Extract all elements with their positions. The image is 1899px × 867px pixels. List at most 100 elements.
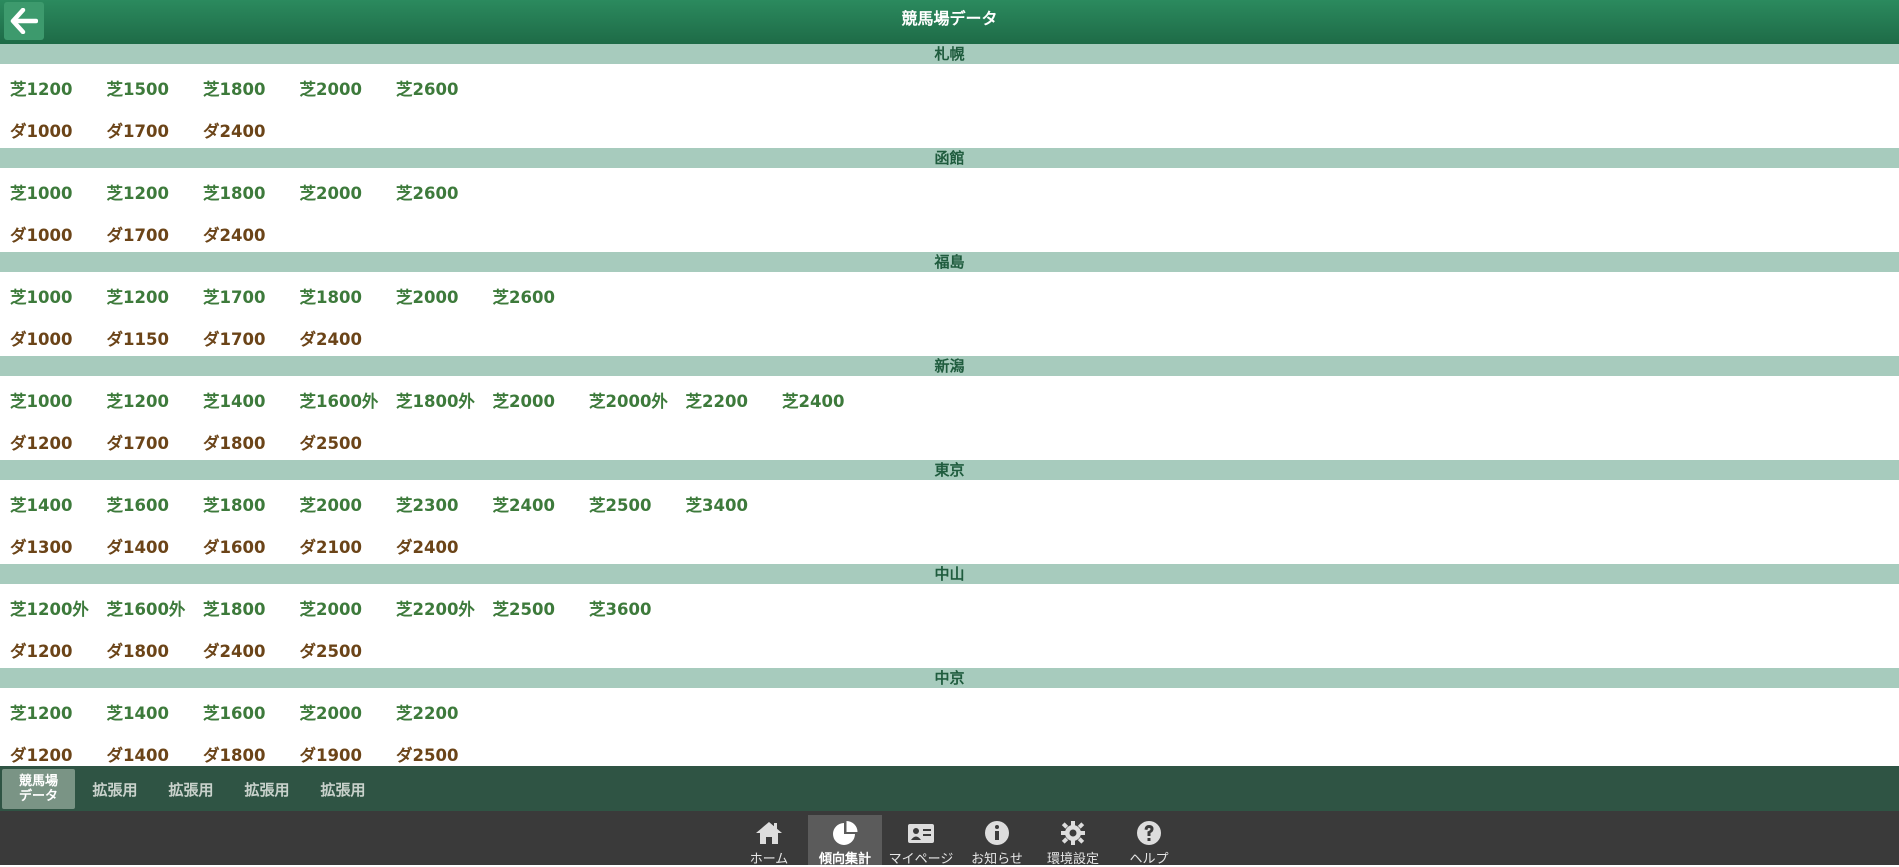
dirt-course-link[interactable]: ダ2400 (203, 638, 265, 662)
nav-item-pie-chart[interactable]: 傾向集計 (808, 815, 882, 867)
turf-course-link[interactable]: 芝2000 (300, 700, 362, 724)
dirt-course-link[interactable]: ダ2400 (203, 222, 265, 246)
track-name: 函館 (0, 148, 1899, 168)
turf-course-link[interactable]: 芝1800 (203, 492, 265, 516)
nav-item-home[interactable]: ホーム (732, 815, 806, 867)
turf-course-link[interactable]: 芝1800 (203, 596, 265, 620)
dirt-course-link[interactable]: ダ1000 (10, 222, 72, 246)
nav-item-label: お知らせ (971, 852, 1023, 867)
turf-course-link[interactable]: 芝2500 (493, 596, 555, 620)
dirt-course-link[interactable]: ダ1000 (10, 118, 72, 142)
dirt-course-link[interactable]: ダ1200 (10, 742, 72, 766)
turf-course-link[interactable]: 芝1800 (300, 284, 362, 308)
turf-course-link[interactable]: 芝1500 (107, 76, 169, 100)
turf-course-link[interactable]: 芝1700 (203, 284, 265, 308)
dirt-course-link[interactable]: ダ1800 (203, 430, 265, 454)
turf-course-link[interactable]: 芝2000外 (589, 388, 668, 412)
turf-course-link[interactable]: 芝1800 (203, 180, 265, 204)
turf-course-link[interactable]: 芝1000 (10, 388, 72, 412)
dirt-course-link[interactable]: ダ2100 (300, 534, 362, 558)
turf-course-link[interactable]: 芝1600外 (300, 388, 379, 412)
turf-course-link[interactable]: 芝2000 (300, 180, 362, 204)
track-list: 札幌 芝1200 芝1500 芝1800 芝2000 芝2600 ダ1000 ダ1700 ダ24… (0, 44, 1899, 766)
nav-item-gear[interactable]: 環境設定 (1036, 815, 1110, 867)
turf-course-link[interactable]: 芝2400 (782, 388, 844, 412)
turf-course-row: 芝1000 芝1200 芝1400 芝1600外 芝1800外 芝2000 芝2000外 芝2… (0, 376, 1899, 418)
turf-course-link[interactable]: 芝2600 (396, 180, 458, 204)
dirt-course-link[interactable]: ダ1200 (10, 638, 72, 662)
track-section: 中山 芝1200外 芝1600外 芝1800 芝2000 芝2200外 芝2500 芝3600… (0, 564, 1899, 668)
dirt-course-link[interactable]: ダ2400 (203, 118, 265, 142)
turf-course-link[interactable]: 芝1000 (10, 284, 72, 308)
turf-course-link[interactable]: 芝1600外 (107, 596, 186, 620)
turf-course-link[interactable]: 芝2000 (300, 76, 362, 100)
dirt-course-link[interactable]: ダ1200 (10, 430, 72, 454)
subtab-track-data[interactable]: 競馬場 データ (2, 769, 75, 809)
turf-course-row: 芝1400 芝1600 芝1800 芝2000 芝2300 芝2400 芝2500 芝3400 (0, 480, 1899, 522)
subtab-extension[interactable]: 拡張用 (242, 769, 292, 809)
turf-course-link[interactable]: 芝1200外 (10, 596, 89, 620)
dirt-course-link[interactable]: ダ1700 (107, 430, 169, 454)
dirt-course-link[interactable]: ダ1900 (300, 742, 362, 766)
dirt-course-link[interactable]: ダ2500 (300, 638, 362, 662)
turf-course-link[interactable]: 芝1400 (107, 700, 169, 724)
dirt-course-link[interactable]: ダ2400 (396, 534, 458, 558)
turf-course-link[interactable]: 芝2000 (300, 492, 362, 516)
dirt-course-row: ダ1000 ダ1150 ダ1700 ダ2400 (0, 314, 1899, 356)
subtab-extension[interactable]: 拡張用 (318, 769, 368, 809)
dirt-course-link[interactable]: ダ1400 (107, 742, 169, 766)
turf-course-link[interactable]: 芝2200 (686, 388, 748, 412)
turf-course-link[interactable]: 芝1800外 (396, 388, 475, 412)
dirt-course-link[interactable]: ダ1400 (107, 534, 169, 558)
turf-course-link[interactable]: 芝2600 (493, 284, 555, 308)
turf-course-link[interactable]: 芝1200 (10, 76, 72, 100)
dirt-course-link[interactable]: ダ1700 (107, 222, 169, 246)
dirt-course-row: ダ1000 ダ1700 ダ2400 (0, 106, 1899, 148)
turf-course-row: 芝1200 芝1400 芝1600 芝2000 芝2200 (0, 688, 1899, 730)
turf-course-link[interactable]: 芝1200 (107, 284, 169, 308)
track-section: 札幌 芝1200 芝1500 芝1800 芝2000 芝2600 ダ1000 ダ1700 ダ24… (0, 44, 1899, 148)
turf-course-link[interactable]: 芝2600 (396, 76, 458, 100)
turf-course-link[interactable]: 芝1200 (10, 700, 72, 724)
turf-course-link[interactable]: 芝2000 (493, 388, 555, 412)
dirt-course-row: ダ1200 ダ1800 ダ2400 ダ2500 (0, 626, 1899, 668)
turf-course-link[interactable]: 芝2400 (493, 492, 555, 516)
nav-item-id-card[interactable]: マイページ (884, 815, 958, 867)
dirt-course-link[interactable]: ダ1800 (203, 742, 265, 766)
turf-course-link[interactable]: 芝2200 (396, 700, 458, 724)
turf-course-link[interactable]: 芝2500 (589, 492, 651, 516)
turf-course-link[interactable]: 芝1400 (10, 492, 72, 516)
turf-course-link[interactable]: 芝2200外 (396, 596, 475, 620)
turf-course-link[interactable]: 芝1600 (107, 492, 169, 516)
turf-course-link[interactable]: 芝3600 (589, 596, 651, 620)
turf-course-link[interactable]: 芝1200 (107, 388, 169, 412)
dirt-course-link[interactable]: ダ2500 (396, 742, 458, 766)
turf-course-link[interactable]: 芝2300 (396, 492, 458, 516)
dirt-course-link[interactable]: ダ1600 (203, 534, 265, 558)
turf-course-link[interactable]: 芝3400 (686, 492, 748, 516)
subtab-extension[interactable]: 拡張用 (166, 769, 216, 809)
dirt-course-link[interactable]: ダ1000 (10, 326, 72, 350)
dirt-course-link[interactable]: ダ1700 (203, 326, 265, 350)
turf-course-link[interactable]: 芝1600 (203, 700, 265, 724)
subtab-extension[interactable]: 拡張用 (90, 769, 140, 809)
turf-course-link[interactable]: 芝1200 (107, 180, 169, 204)
nav-item-help[interactable]: ヘルプ (1112, 815, 1186, 867)
dirt-course-link[interactable]: ダ2500 (300, 430, 362, 454)
turf-course-link[interactable]: 芝2000 (300, 596, 362, 620)
dirt-course-link[interactable]: ダ2400 (300, 326, 362, 350)
track-section: 函館芝1000 芝1200 芝1800 芝2000 芝2600 ダ1000 ダ1700 ダ24… (0, 148, 1899, 252)
turf-course-link[interactable]: 芝1400 (203, 388, 265, 412)
dirt-course-link[interactable]: ダ1700 (107, 118, 169, 142)
dirt-course-link[interactable]: ダ1150 (107, 326, 169, 350)
turf-course-link[interactable]: 芝1800 (203, 76, 265, 100)
help-icon (1137, 821, 1161, 845)
turf-course-link[interactable]: 芝1000 (10, 180, 72, 204)
pie-chart-icon (833, 821, 858, 845)
nav-item-label: 環境設定 (1046, 852, 1099, 867)
nav-item-info[interactable]: お知らせ (960, 815, 1034, 867)
dirt-course-link[interactable]: ダ1300 (10, 534, 72, 558)
turf-course-link[interactable]: 芝2000 (396, 284, 458, 308)
track-section: 新潟 芝1000 芝1200 芝1400 芝1600外 芝1800外 芝2000 芝2000外… (0, 356, 1899, 460)
dirt-course-link[interactable]: ダ1800 (107, 638, 169, 662)
